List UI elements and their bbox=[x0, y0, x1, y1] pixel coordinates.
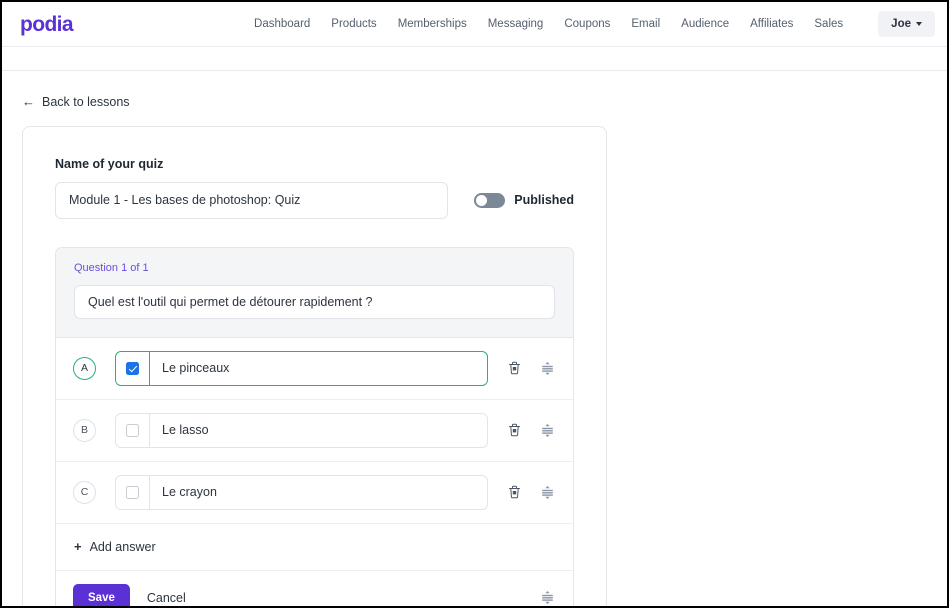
nav-link-audience[interactable]: Audience bbox=[681, 18, 729, 30]
published-label: Published bbox=[514, 193, 574, 207]
drag-handle-icon[interactable] bbox=[539, 422, 555, 439]
nav-link-messaging[interactable]: Messaging bbox=[488, 18, 544, 30]
answer-correct-toggle[interactable] bbox=[116, 413, 150, 447]
nav-link-affiliates[interactable]: Affiliates bbox=[750, 18, 793, 30]
toggle-knob bbox=[476, 194, 488, 206]
answer-letter-badge: B bbox=[73, 418, 96, 442]
answer-input-group bbox=[115, 350, 488, 386]
quiz-name-input[interactable] bbox=[55, 181, 449, 219]
page-content: ← Back to lessons Name of your quiz Publ… bbox=[2, 71, 947, 606]
plus-icon: + bbox=[74, 539, 82, 554]
nav-link-dashboard[interactable]: Dashboard bbox=[254, 18, 310, 30]
chevron-down-icon bbox=[916, 22, 922, 26]
answer-letter-badge: C bbox=[73, 480, 96, 504]
add-answer-label: Add answer bbox=[89, 539, 156, 554]
user-menu-button[interactable]: Joe bbox=[878, 11, 935, 37]
question-header: Question 1 of 1 bbox=[56, 247, 573, 338]
drag-handle-icon[interactable] bbox=[539, 484, 555, 501]
quiz-name-row: Published bbox=[55, 181, 574, 219]
quiz-name-label: Name of your quiz bbox=[55, 156, 164, 171]
answer-row-actions bbox=[506, 360, 555, 377]
answer-correct-toggle[interactable] bbox=[116, 475, 150, 509]
app-window: podia Dashboard Products Memberships Mes… bbox=[0, 0, 949, 608]
answer-row: B bbox=[56, 399, 573, 462]
add-answer-button[interactable]: + Add answer bbox=[56, 523, 573, 571]
save-button[interactable]: Save bbox=[73, 583, 130, 606]
nav-link-sales[interactable]: Sales bbox=[814, 18, 843, 30]
publish-toggle-group: Published bbox=[474, 192, 574, 208]
top-navigation-bar: podia Dashboard Products Memberships Mes… bbox=[2, 2, 947, 47]
answer-input-group bbox=[115, 412, 488, 448]
answer-input-group bbox=[115, 474, 488, 510]
checkbox-icon bbox=[126, 485, 139, 499]
nav-link-email[interactable]: Email bbox=[631, 18, 660, 30]
main-nav-links: Dashboard Products Memberships Messaging… bbox=[254, 11, 935, 37]
arrow-left-icon: ← bbox=[22, 94, 35, 109]
drag-handle-icon[interactable] bbox=[539, 360, 555, 377]
question-footer: Save Cancel bbox=[56, 570, 573, 606]
podia-logo[interactable]: podia bbox=[20, 14, 74, 35]
drag-handle-icon[interactable] bbox=[539, 589, 555, 606]
published-toggle[interactable] bbox=[474, 192, 506, 208]
answer-row: C bbox=[56, 461, 573, 524]
answer-correct-toggle[interactable] bbox=[116, 351, 150, 385]
answer-row-actions bbox=[506, 422, 555, 439]
nav-link-products[interactable]: Products bbox=[331, 18, 376, 30]
question-counter: Question 1 of 1 bbox=[74, 261, 149, 274]
nav-link-coupons[interactable]: Coupons bbox=[564, 18, 610, 30]
back-to-lessons-label: Back to lessons bbox=[42, 94, 130, 109]
answer-text-input[interactable] bbox=[150, 475, 487, 509]
cancel-button[interactable]: Cancel bbox=[147, 591, 186, 605]
answer-row-actions bbox=[506, 484, 555, 501]
delete-answer-button[interactable] bbox=[506, 484, 522, 501]
nav-link-memberships[interactable]: Memberships bbox=[398, 18, 467, 30]
back-to-lessons-link[interactable]: ← Back to lessons bbox=[22, 95, 130, 109]
answer-text-input[interactable] bbox=[150, 413, 487, 447]
question-panel: Question 1 of 1 A bbox=[55, 246, 574, 606]
user-menu-label: Joe bbox=[891, 18, 911, 30]
delete-answer-button[interactable] bbox=[506, 360, 522, 377]
checkbox-icon bbox=[126, 423, 139, 437]
answer-row: A bbox=[56, 337, 573, 400]
answer-text-input[interactable] bbox=[150, 351, 487, 385]
delete-answer-button[interactable] bbox=[506, 422, 522, 439]
checkbox-icon bbox=[126, 361, 139, 375]
quiz-editor-card: Name of your quiz Published Question 1 o… bbox=[22, 125, 607, 606]
answer-letter-badge: A bbox=[73, 356, 96, 380]
question-text-input[interactable] bbox=[74, 284, 555, 319]
product-tab-strip bbox=[2, 47, 947, 71]
